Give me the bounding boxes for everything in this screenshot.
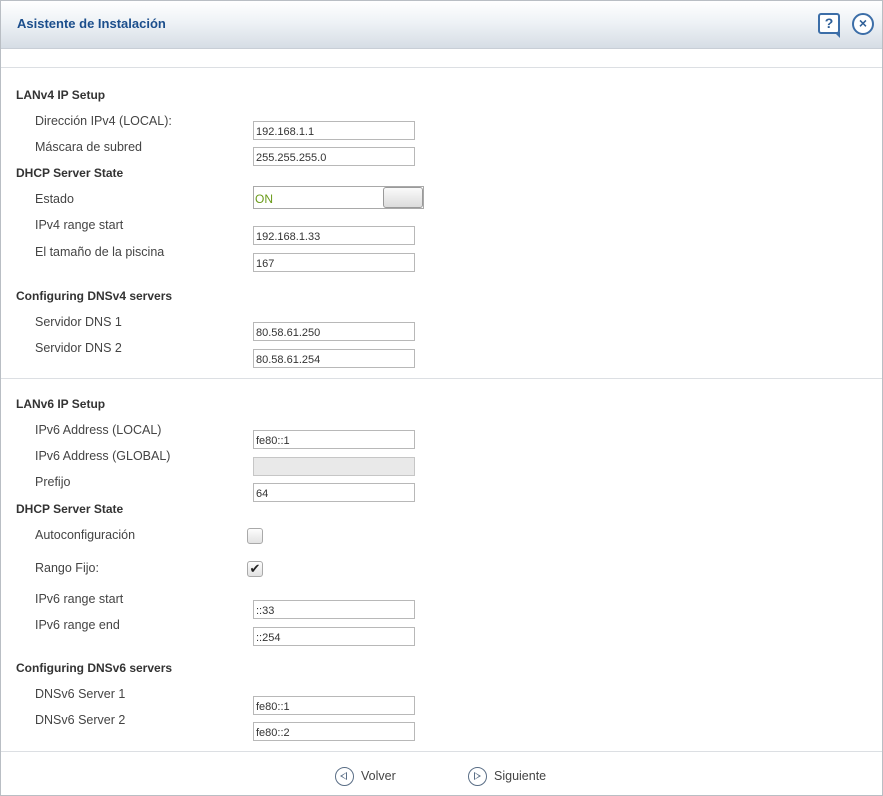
next-button-label: Siguiente — [494, 769, 547, 783]
back-arrow-icon — [335, 766, 354, 786]
ipv4-range-start-label: IPv4 range start — [35, 218, 124, 232]
dns6-server1-input[interactable]: fe80::1 — [253, 696, 415, 715]
divider — [1, 751, 882, 752]
next-button[interactable]: Siguiente — [468, 766, 546, 786]
lanv6-heading: LANv6 IP Setup — [16, 397, 106, 411]
ipv6-range-end-label: IPv6 range end — [35, 618, 120, 632]
fixed-range-checkbox[interactable]: ✔ — [247, 561, 263, 577]
ipv6-local-label: IPv6 Address (LOCAL) — [35, 423, 162, 437]
setup-wizard-dialog: Asistente de Instalación ? × LANv4 IP Se… — [0, 0, 883, 796]
close-icon[interactable]: × — [852, 13, 874, 35]
ipv4-local-label: Dirección IPv4 (LOCAL): — [35, 114, 172, 128]
back-button-label: Volver — [361, 769, 396, 783]
help-icon[interactable]: ? — [818, 13, 840, 38]
dialog-title: Asistente de Instalación — [17, 16, 166, 31]
dns6-server1-label: DNSv6 Server 1 — [35, 687, 126, 701]
dns6-heading: Configuring DNSv6 servers — [16, 661, 173, 675]
lanv4-heading: LANv4 IP Setup — [16, 88, 106, 102]
prefix-input[interactable]: 64 — [253, 483, 415, 502]
fixed-range-label: Rango Fijo: — [35, 561, 99, 575]
dhcp6-heading: DHCP Server State — [16, 502, 124, 516]
pool-size-label: El tamaño de la piscina — [35, 245, 165, 259]
ipv6-global-label: IPv6 Address (GLOBAL) — [35, 449, 171, 463]
dns4-server2-input[interactable]: 80.58.61.254 — [253, 349, 415, 368]
dhcp4-state-label: Estado — [35, 192, 74, 206]
subnet-mask-label: Máscara de subred — [35, 140, 143, 154]
autoconfig-checkbox[interactable] — [247, 528, 263, 544]
autoconfig-label: Autoconfiguración — [35, 528, 136, 542]
ipv4-range-start-input[interactable]: 192.168.1.33 — [253, 226, 415, 245]
divider — [1, 67, 882, 68]
back-button[interactable]: Volver — [335, 766, 396, 786]
ipv6-range-start-input[interactable]: ::33 — [253, 600, 415, 619]
ipv4-local-input[interactable]: 192.168.1.1 — [253, 121, 415, 140]
dhcp4-state-toggle[interactable]: ON — [253, 186, 424, 209]
ipv6-range-start-label: IPv6 range start — [35, 592, 124, 606]
subnet-mask-input[interactable]: 255.255.255.0 — [253, 147, 415, 166]
dns6-server2-input[interactable]: fe80::2 — [253, 722, 415, 741]
divider — [1, 378, 882, 379]
checkmark-icon: ✔ — [249, 561, 261, 576]
title-bar: Asistente de Instalación ? × — [1, 1, 882, 49]
dns4-server1-label: Servidor DNS 1 — [35, 315, 122, 329]
dns4-server1-input[interactable]: 80.58.61.250 — [253, 322, 415, 341]
dns4-heading: Configuring DNSv4 servers — [16, 289, 173, 303]
dns6-server2-label: DNSv6 Server 2 — [35, 713, 126, 727]
ipv6-range-end-input[interactable]: ::254 — [253, 627, 415, 646]
ipv6-global-input — [253, 457, 415, 476]
next-arrow-icon — [468, 766, 487, 786]
dns4-server2-label: Servidor DNS 2 — [35, 341, 122, 355]
pool-size-input[interactable]: 167 — [253, 253, 415, 272]
prefix-label: Prefijo — [35, 475, 71, 489]
toggle-knob[interactable] — [383, 187, 423, 208]
ipv6-local-input[interactable]: fe80::1 — [253, 430, 415, 449]
dhcp4-heading: DHCP Server State — [16, 166, 124, 180]
toggle-state-text: ON — [255, 192, 273, 206]
